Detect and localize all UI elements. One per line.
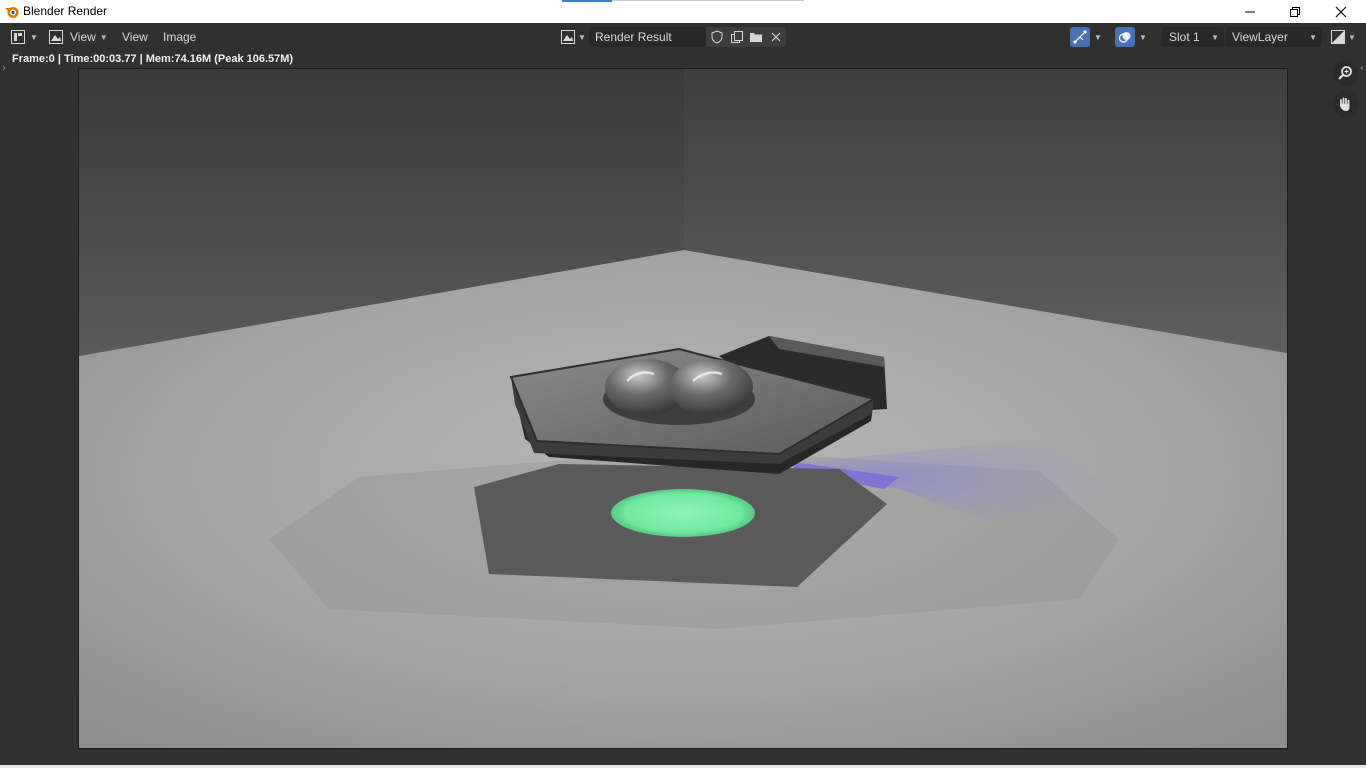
open-image-button[interactable] — [747, 27, 767, 47]
title-tab-separator — [612, 0, 804, 1]
restore-icon — [1290, 6, 1300, 17]
gizmo-toggle[interactable]: ▼ — [1070, 27, 1110, 47]
overlay-icon — [1118, 32, 1131, 43]
menu-image-label: Image — [163, 30, 197, 44]
image-editor-icon — [11, 30, 25, 44]
sidebar-expand-arrow[interactable]: ‹ — [1360, 63, 1364, 74]
slot-select[interactable]: Slot 1 ▼ — [1162, 27, 1224, 47]
render-stats: Frame:0 | Time:00:03.77 | Mem:74.16M (Pe… — [12, 53, 294, 65]
zoom-button[interactable] — [1332, 60, 1358, 86]
view-layer-label: ViewLayer — [1232, 30, 1288, 44]
blender-logo-icon — [5, 7, 19, 18]
render-result-image — [78, 68, 1288, 749]
slot-label: Slot 1 — [1169, 30, 1200, 44]
chevron-down-icon: ▼ — [30, 32, 38, 42]
window-title: Blender Render — [23, 4, 108, 18]
menu-image[interactable]: Image — [163, 27, 196, 47]
gizmo-icon — [1073, 30, 1087, 44]
image-viewport[interactable]: › ‹ — [0, 51, 1366, 765]
chevron-down-icon: ▼ — [1211, 32, 1219, 42]
editor-type-button[interactable]: ▼ — [10, 27, 38, 47]
zoom-icon — [1338, 66, 1352, 80]
image-icon — [49, 30, 63, 44]
open-folder-icon — [750, 33, 763, 42]
gizmo-toggle-button[interactable] — [1070, 27, 1090, 47]
display-channels-icon — [1331, 30, 1345, 44]
fake-user-shield-icon — [711, 30, 723, 44]
render-scene — [79, 69, 1287, 748]
chevron-down-icon: ▼ — [578, 32, 586, 42]
toolbar-expand-arrow[interactable]: › — [2, 63, 6, 74]
close-icon — [1335, 6, 1347, 17]
chevron-down-icon: ▼ — [1309, 32, 1317, 42]
duplicate-image-icon — [730, 31, 743, 43]
pan-button[interactable] — [1332, 91, 1358, 117]
display-channels-menu[interactable]: ▼ — [1328, 27, 1360, 47]
image-browse-icon — [561, 30, 575, 44]
image-browse-button[interactable]: ▼ — [558, 27, 588, 47]
chevron-down-icon: ▼ — [1094, 32, 1102, 42]
close-button[interactable] — [1318, 0, 1364, 23]
duplicate-image-button[interactable] — [727, 27, 747, 47]
restore-button[interactable] — [1272, 0, 1318, 23]
minimize-button[interactable] — [1227, 0, 1273, 23]
image-name-field[interactable]: Render Result — [589, 27, 706, 47]
image-actions — [706, 27, 786, 47]
menu-view-label: View — [122, 30, 148, 44]
view-mode-label: View — [70, 30, 96, 44]
unlink-image-button[interactable] — [766, 27, 786, 47]
menu-view[interactable]: View — [122, 27, 148, 47]
minimize-icon — [1245, 11, 1255, 12]
view-layer-select[interactable]: ViewLayer ▼ — [1226, 27, 1322, 47]
fake-user-button[interactable] — [707, 27, 727, 47]
view-mode-menu[interactable]: View ▼ — [48, 27, 108, 47]
window-titlebar: Blender Render — [0, 0, 1366, 23]
overlay-toggle[interactable]: ▼ — [1115, 27, 1155, 47]
title-tab-indicator — [562, 0, 612, 2]
navigation-gizmos — [1332, 60, 1358, 122]
image-name: Render Result — [595, 30, 672, 44]
overlay-toggle-button[interactable] — [1115, 27, 1135, 47]
unlink-x-icon — [771, 32, 781, 42]
chevron-down-icon: ▼ — [1348, 32, 1356, 42]
chevron-down-icon: ▼ — [99, 32, 108, 42]
pan-hand-icon — [1339, 97, 1350, 111]
chevron-down-icon: ▼ — [1139, 32, 1147, 42]
image-editor-header: ▼ View ▼ View Image ▼ Render Result ▼ ▼ … — [0, 23, 1366, 51]
